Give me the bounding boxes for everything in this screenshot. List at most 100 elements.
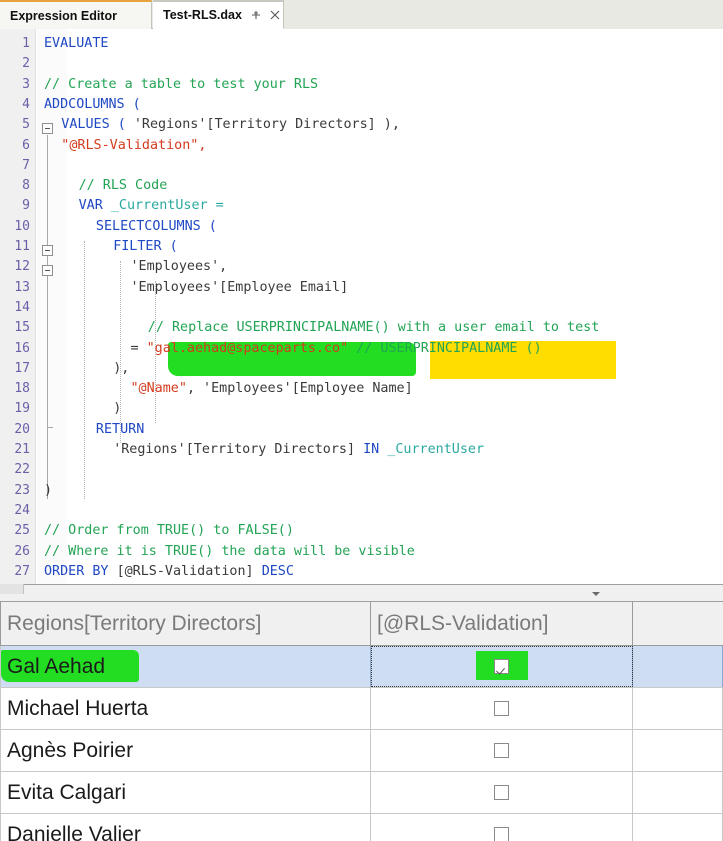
line-number: 11 <box>14 239 30 254</box>
cell-territory-director[interactable]: Agnès Poirier <box>0 730 371 771</box>
token-tbl: , 'Employees'[Employee Name] <box>186 381 413 397</box>
code-line-9[interactable]: 9 VAR _CurrentUser = <box>0 196 723 216</box>
table-row[interactable]: Evita Calgari <box>0 772 723 814</box>
tab-expression-editor[interactable]: Expression Editor <box>0 0 152 29</box>
column-header-territory-directors[interactable]: Regions[Territory Directors] <box>0 602 371 645</box>
code-line-27[interactable]: 27 ORDER BY [@RLS-Validation] DESC <box>0 562 723 582</box>
cell-value: Danielle Valier <box>7 822 141 841</box>
code-line-21[interactable]: 21 'Regions'[Territory Directors] IN _Cur… <box>0 440 723 460</box>
line-number: 18 <box>14 381 30 397</box>
column-header-rls-validation[interactable]: [@RLS-Validation] <box>371 602 633 645</box>
code-line-25[interactable]: 25 // Order from TRUE() to FALSE() <box>0 521 723 541</box>
tab-test-rls-dax[interactable]: Test-RLS.dax <box>153 0 284 29</box>
line-number: 17 <box>14 360 30 376</box>
code-line-20[interactable]: 20 RETURN <box>0 420 723 440</box>
code-lines: 1 EVALUATE 2 3 // Create a table to test you… <box>0 29 723 584</box>
code-line-19[interactable]: 19) <box>0 399 723 419</box>
cell-empty <box>633 730 723 771</box>
cell-rls-validation[interactable] <box>371 646 633 687</box>
token-pun: ), <box>113 360 130 376</box>
token-cmt: // Replace USERPRINCIPALNAME() with a us… <box>147 320 600 336</box>
cell-territory-director[interactable]: Michael Huerta <box>0 688 371 729</box>
code-line-23[interactable]: 23) <box>0 481 723 501</box>
code-line-16[interactable]: 16 = "gal.aehad@spaceparts.co" // USERPRI… <box>0 339 723 359</box>
code-line-24[interactable]: 24 <box>0 501 723 521</box>
code-line-text: RETURN <box>96 420 144 440</box>
code-line-15[interactable]: 15 // Replace USERPRINCIPALNAME() with a … <box>0 318 723 338</box>
code-line-text: // Create a table to test your RLS <box>44 75 318 95</box>
code-line-17[interactable]: 17), <box>0 359 723 379</box>
code-line-6[interactable]: 6 "@RLS-Validation", <box>0 136 723 156</box>
cell-territory-director[interactable]: Gal Aehad <box>0 646 371 687</box>
cell-rls-validation[interactable] <box>371 814 633 841</box>
code-line-text: // Where it is TRUE() the data will be v… <box>44 542 415 562</box>
code-line-text: EVALUATE <box>44 34 109 54</box>
checkbox-unchecked[interactable] <box>494 827 509 841</box>
line-number: 22 <box>14 462 30 478</box>
cell-territory-director[interactable]: Danielle Valier <box>0 814 371 841</box>
code-line-11[interactable]: 11 FILTER ( <box>0 237 723 257</box>
table-row[interactable]: Michael Huerta <box>0 688 723 730</box>
column-header-label: Regions[Territory Directors] <box>7 611 262 635</box>
code-line-14[interactable]: 14 <box>0 298 723 318</box>
token-tbl: 'Employees', <box>130 259 228 275</box>
cell-rls-validation[interactable] <box>371 772 633 813</box>
line-number: 19 <box>14 401 30 417</box>
code-line-18[interactable]: 18 "@Name", 'Employees'[Employee Name] <box>0 379 723 399</box>
code-line-text: VALUES ( 'Regions'[Territory Directors] … <box>61 115 400 135</box>
line-number: 26 <box>14 543 30 559</box>
token-tbl: 'Employees'[Employee Email] <box>130 279 349 295</box>
token-fn: ADDCOLUMNS ( <box>44 96 141 112</box>
code-line-10[interactable]: 10 SELECTCOLUMNS ( <box>0 217 723 237</box>
cell-rls-validation[interactable] <box>371 730 633 771</box>
table-row[interactable]: Gal Aehad <box>0 646 723 688</box>
code-line-3[interactable]: 3 // Create a table to test your RLS <box>0 75 723 95</box>
code-line-22[interactable]: 22 <box>0 460 723 480</box>
cell-rls-validation[interactable] <box>371 688 633 729</box>
pin-icon[interactable] <box>250 9 262 21</box>
chevron-down-icon[interactable] <box>591 590 601 598</box>
code-line-5[interactable]: 5 VALUES ( 'Regions'[Territory Directors]… <box>0 115 723 135</box>
code-line-4[interactable]: 4 ADDCOLUMNS ( <box>0 95 723 115</box>
token-kw: ORDER BY <box>44 563 117 579</box>
cell-value: Agnès Poirier <box>7 738 134 762</box>
token-cmt: // USERPRINCIPALNAME () <box>348 340 542 356</box>
table-row[interactable]: Danielle Valier <box>0 814 723 841</box>
token-fn: SELECTCOLUMNS ( <box>95 218 217 234</box>
token-tbl: 'Regions'[Territory Directors] ), <box>133 117 400 133</box>
close-icon[interactable] <box>269 9 281 21</box>
line-number: 10 <box>14 218 30 234</box>
checkbox-unchecked[interactable] <box>494 743 509 758</box>
grid-body: Gal Aehad Michael Huerta Agnès Poirier Evit… <box>0 646 723 841</box>
line-number: 3 <box>22 76 30 92</box>
code-editor[interactable]: 1 EVALUATE 2 3 // Create a table to test you… <box>0 29 723 584</box>
code-line-2[interactable]: 2 <box>0 54 723 74</box>
tab-icon-group <box>250 9 281 21</box>
cell-empty <box>633 688 723 729</box>
code-line-26[interactable]: 26 // Where it is TRUE() the data will be… <box>0 542 723 562</box>
code-line-8[interactable]: 8 // RLS Code <box>0 176 723 196</box>
code-line-12[interactable]: 12 'Employees', <box>0 257 723 277</box>
column-header-label: [@RLS-Validation] <box>377 611 549 635</box>
tab-expression-editor-label: Expression Editor <box>10 8 117 23</box>
token-str: "@Name" <box>130 381 187 397</box>
checkbox-unchecked[interactable] <box>494 785 509 800</box>
code-line-text: ) <box>44 481 52 501</box>
code-line-13[interactable]: 13 'Employees'[Employee Email] <box>0 278 723 298</box>
line-number: 4 <box>22 96 30 112</box>
code-line-text: 'Employees'[Employee Email] <box>131 278 349 298</box>
splitter-corner <box>0 584 24 594</box>
code-line-text: "@Name", 'Employees'[Employee Name] <box>131 379 413 399</box>
checkbox-checked[interactable] <box>494 659 509 674</box>
cell-territory-director[interactable]: Evita Calgari <box>0 772 371 813</box>
code-line-7[interactable]: 7 <box>0 156 723 176</box>
results-splitter[interactable] <box>0 584 723 602</box>
code-line-1[interactable]: 1 EVALUATE <box>0 34 723 54</box>
results-grid[interactable]: Regions[Territory Directors] [@RLS-Valid… <box>0 602 723 841</box>
token-tbl: [@RLS-Validation] <box>116 563 262 579</box>
token-pun: ) <box>113 401 122 417</box>
code-line-text: 'Regions'[Territory Directors] IN _Curre… <box>113 440 484 460</box>
code-line-text: ORDER BY [@RLS-Validation] DESC <box>44 562 294 582</box>
checkbox-unchecked[interactable] <box>494 701 509 716</box>
table-row[interactable]: Agnès Poirier <box>0 730 723 772</box>
